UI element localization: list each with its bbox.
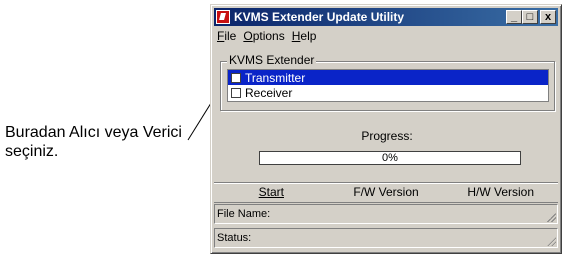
- start-label: Start: [258, 185, 284, 199]
- menu-file[interactable]: File: [214, 29, 240, 43]
- hw-version-button[interactable]: H/W Version: [443, 183, 558, 202]
- start-button[interactable]: Start: [214, 183, 329, 202]
- receiver-label: Receiver: [245, 85, 293, 100]
- maximize-button[interactable]: □: [522, 10, 538, 24]
- status-field: Status:: [214, 228, 558, 248]
- transmitter-checkbox[interactable]: [231, 72, 241, 83]
- receiver-checkbox[interactable]: [231, 87, 241, 98]
- fw-version-button[interactable]: F/W Version: [329, 183, 444, 202]
- menu-help[interactable]: Help: [289, 29, 321, 43]
- extender-listbox[interactable]: Transmitter Receiver: [227, 69, 549, 102]
- app-icon: [216, 10, 230, 24]
- transmitter-label: Transmitter: [245, 70, 306, 85]
- app-window: KVMS Extender Update Utility _ □ x File …: [210, 4, 562, 254]
- file-name-label: File Name:: [217, 208, 271, 220]
- status-label: Status:: [217, 232, 252, 244]
- menu-bar: File Options Help: [214, 27, 558, 45]
- progress-bar: 0%: [259, 151, 521, 165]
- list-item-receiver[interactable]: Receiver: [228, 85, 548, 100]
- title-bar: KVMS Extender Update Utility _ □ x: [214, 8, 558, 26]
- group-title: KVMS Extender: [227, 53, 317, 67]
- resize-grip-icon: [546, 212, 556, 222]
- progress-value: 0%: [382, 152, 398, 164]
- progress-label: Progress:: [361, 129, 413, 143]
- action-button-row: Start F/W Version H/W Version: [214, 182, 558, 203]
- menu-options[interactable]: Options: [240, 29, 288, 43]
- file-name-field: File Name:: [214, 204, 558, 224]
- window-controls: _ □ x: [506, 10, 556, 24]
- list-item-transmitter[interactable]: Transmitter: [228, 70, 548, 85]
- window-title: KVMS Extender Update Utility: [234, 10, 405, 24]
- close-button[interactable]: x: [540, 10, 556, 24]
- resize-grip-icon[interactable]: [546, 236, 556, 246]
- hw-version-label: H/W Version: [467, 185, 535, 199]
- fw-version-label: F/W Version: [353, 185, 419, 199]
- minimize-button[interactable]: _: [506, 10, 522, 24]
